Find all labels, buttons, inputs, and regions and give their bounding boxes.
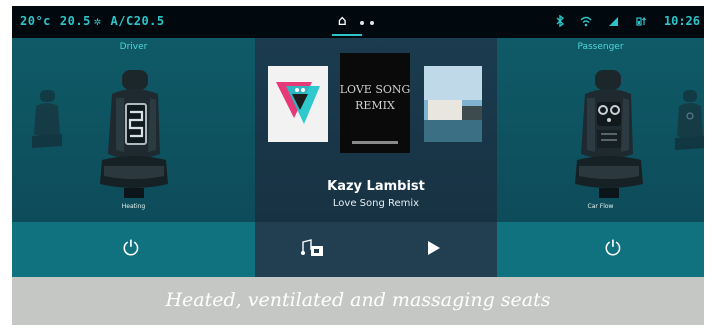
driver-title: Driver <box>119 42 148 52</box>
battery-icon <box>636 14 655 28</box>
power-icon[interactable]: ⏻ <box>123 236 139 260</box>
track-artist: Kazy Lambist <box>327 179 425 194</box>
home-indicator[interactable]: ⌂ <box>330 11 410 36</box>
page-dot[interactable] <box>360 21 364 25</box>
svg-text:LOVE SONG: LOVE SONG <box>340 83 410 96</box>
clock: 10:26 <box>663 14 700 28</box>
album-art-center[interactable]: LOVE SONG REMIX <box>340 53 410 153</box>
driver-footer: ⏻ <box>12 222 255 277</box>
media-controls <box>255 222 497 277</box>
album-art-right[interactable] <box>424 66 482 142</box>
status-bar: 20°c 20.5 ✲ A/C20.5 ⌂ 10:26 <box>12 6 704 38</box>
temperature-readout[interactable]: 20°c <box>20 14 51 28</box>
play-icon[interactable] <box>427 240 441 256</box>
passenger-seat-panel[interactable]: Passenger Car Flow ⏻ <box>497 38 704 277</box>
media-panel[interactable]: LOVE SONG REMIX Kazy Lambist Love Song R… <box>255 38 497 277</box>
fan-icon: ✲ <box>93 14 102 28</box>
album-art-left[interactable] <box>268 66 328 142</box>
power-icon[interactable]: ⏻ <box>605 236 621 260</box>
system-status-icons: 10:26 <box>547 14 700 28</box>
svg-text:REMIX: REMIX <box>355 99 395 112</box>
wifi-icon <box>580 14 599 28</box>
media-source-icon[interactable] <box>301 238 325 258</box>
fan-readout[interactable]: 20.5 ✲ <box>60 14 102 28</box>
caption-bar: Heated, ventilated and massaging seats <box>12 277 704 325</box>
active-page-underline <box>332 34 362 36</box>
passenger-seat-icon <box>575 70 643 198</box>
passenger-footer: ⏻ <box>497 222 704 277</box>
passenger-title: Passenger <box>577 42 624 52</box>
rear-seat-icon <box>675 90 704 150</box>
bluetooth-icon <box>556 14 571 28</box>
page-dot[interactable] <box>370 21 374 25</box>
signal-icon <box>608 14 626 28</box>
driver-mode-label: Heating <box>121 203 146 210</box>
climate-readout: 20°c 20.5 ✲ A/C20.5 <box>20 14 174 28</box>
home-icon[interactable]: ⌂ <box>338 13 346 29</box>
rear-seat-icon <box>32 90 62 148</box>
infotainment-screen: 20°c 20.5 ✲ A/C20.5 ⌂ 10:26 Driver Heati… <box>12 6 704 277</box>
passenger-mode-label: Car Flow <box>587 203 614 210</box>
track-title: Love Song Remix <box>332 198 420 209</box>
driver-seat-icon <box>100 70 168 198</box>
driver-seat-panel[interactable]: Driver Heating ⏻ <box>12 38 255 277</box>
caption-text: Heated, ventilated and massaging seats <box>165 289 551 311</box>
ac-readout[interactable]: A/C20.5 <box>111 14 165 28</box>
